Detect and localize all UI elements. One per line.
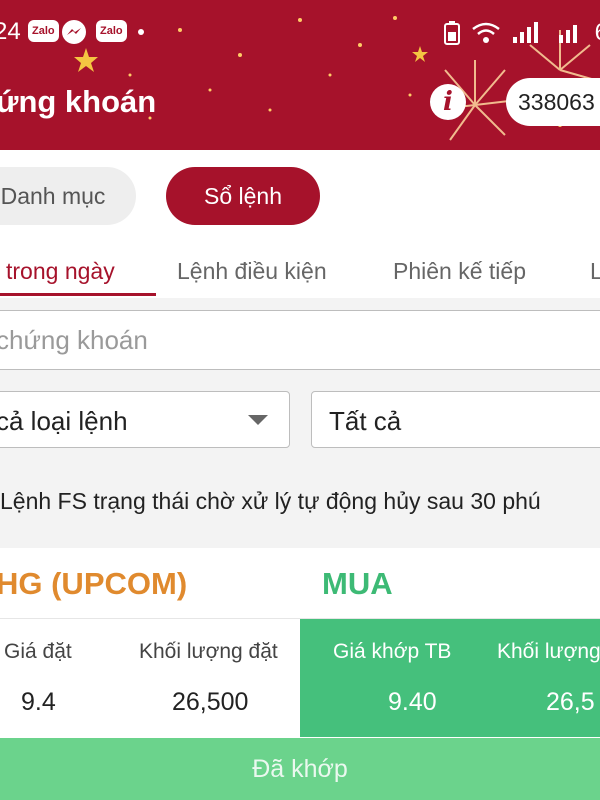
battery-saver-icon <box>443 21 460 45</box>
active-tab-indicator <box>0 293 156 296</box>
star-icon <box>74 48 98 72</box>
order-type-value: cả loại lệnh <box>0 406 128 436</box>
tab-conditional[interactable]: Lệnh điều kiện <box>177 258 327 285</box>
match-volume-value: 26,5 <box>546 688 595 716</box>
auto-cancel-notice: Lệnh FS trạng thái chờ xử lý tự động hủy… <box>0 488 541 514</box>
zalo-icon: Zalo <box>96 20 127 42</box>
status-value: Tất cả <box>329 406 402 436</box>
match-volume-label: Khối lượng <box>497 640 600 663</box>
order-status-badge: Đã khớp <box>0 738 600 800</box>
matched-panel <box>300 619 600 737</box>
order-volume-value: 26,500 <box>172 688 249 716</box>
status-bar: 24 Zalo Zalo 6 <box>0 8 600 48</box>
zalo-icon: Zalo <box>28 20 59 42</box>
app-screen: 24 Zalo Zalo 6 ứng khoán i 338063 Danh m… <box>0 0 600 800</box>
order-side: MUA <box>322 566 393 601</box>
order-price-value: 9.4 <box>21 688 56 716</box>
signal-icon <box>512 22 538 43</box>
avg-match-price-label: Giá khớp TB <box>333 640 452 663</box>
order-volume-label: Khối lượng đặt <box>139 640 278 663</box>
tab-next-session[interactable]: Phiên kế tiếp <box>393 258 526 285</box>
segment-danh-muc[interactable]: Danh mục <box>0 167 136 225</box>
search-placeholder: chứng khoán <box>0 325 148 355</box>
tab-more[interactable]: L <box>590 258 600 285</box>
status-icons: 6 <box>443 19 600 47</box>
avg-match-price-value: 9.40 <box>388 688 437 716</box>
battery-percent: 6 <box>595 19 600 47</box>
info-button[interactable]: i <box>430 84 466 120</box>
order-symbol: HG (UPCOM) <box>0 566 188 601</box>
account-selector[interactable]: 338063 <box>506 78 600 126</box>
status-time: 24 <box>0 18 21 45</box>
tab-in-day[interactable]: trong ngày <box>6 258 115 285</box>
signal-icon <box>558 25 577 43</box>
wifi-icon <box>471 22 500 43</box>
order-price-label: Giá đặt <box>4 640 72 663</box>
segment-so-lenh[interactable]: Sổ lệnh <box>166 167 320 225</box>
notification-dot-icon <box>138 29 144 35</box>
header: 24 Zalo Zalo 6 ứng khoán <box>0 0 600 150</box>
page-title: ứng khoán <box>0 84 157 119</box>
chevron-down-icon <box>248 415 268 425</box>
messenger-icon <box>62 20 86 44</box>
